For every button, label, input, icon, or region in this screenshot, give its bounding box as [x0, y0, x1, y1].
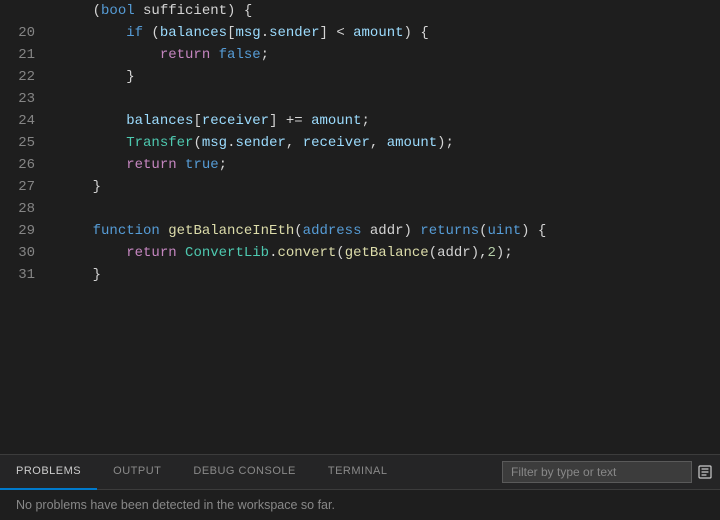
line-code: function getBalanceInEth(address addr) r… — [55, 220, 720, 242]
line-number: 31 — [0, 264, 55, 286]
line-number: 29 — [0, 220, 55, 242]
line-number: 24 — [0, 110, 55, 132]
line-number: 21 — [0, 44, 55, 66]
line-code: } — [55, 176, 720, 198]
line-number: 22 — [0, 66, 55, 88]
code-line: (bool sufficient) { — [0, 0, 720, 22]
tab-debug-console[interactable]: DEBUG CONSOLE — [177, 455, 311, 490]
code-line: 27 } — [0, 176, 720, 198]
line-code: Transfer(msg.sender, receiver, amount); — [55, 132, 720, 154]
code-content: (bool sufficient) {20 if (balances[msg.s… — [0, 0, 720, 286]
tab-terminal[interactable]: TERMINAL — [312, 455, 404, 490]
status-message: No problems have been detected in the wo… — [0, 490, 720, 520]
line-number: 20 — [0, 22, 55, 44]
line-code — [55, 88, 720, 110]
line-number: 25 — [0, 132, 55, 154]
line-code: return false; — [55, 44, 720, 66]
code-line: 22 } — [0, 66, 720, 88]
line-number — [0, 0, 55, 22]
line-code: if (balances[msg.sender] < amount) { — [55, 22, 720, 44]
code-line: 25 Transfer(msg.sender, receiver, amount… — [0, 132, 720, 154]
line-code: return ConvertLib.convert(getBalance(add… — [55, 242, 720, 264]
line-number: 26 — [0, 154, 55, 176]
bottom-panel: PROBLEMSOUTPUTDEBUG CONSOLETERMINAL No p… — [0, 454, 720, 520]
code-line: 31 } — [0, 264, 720, 286]
code-line: 23 — [0, 88, 720, 110]
line-number: 27 — [0, 176, 55, 198]
code-editor: (bool sufficient) {20 if (balances[msg.s… — [0, 0, 720, 454]
line-code: (bool sufficient) { — [55, 0, 720, 22]
code-line: 28 — [0, 198, 720, 220]
filter-area — [502, 461, 720, 483]
tab-output[interactable]: OUTPUT — [97, 455, 177, 490]
line-code — [55, 198, 720, 220]
line-code: balances[receiver] += amount; — [55, 110, 720, 132]
line-code: return true; — [55, 154, 720, 176]
code-line: 26 return true; — [0, 154, 720, 176]
filter-badge-icon[interactable] — [694, 461, 716, 483]
code-line: 29 function getBalanceInEth(address addr… — [0, 220, 720, 242]
code-line: 21 return false; — [0, 44, 720, 66]
line-code: } — [55, 66, 720, 88]
line-code: } — [55, 264, 720, 286]
line-number: 30 — [0, 242, 55, 264]
code-line: 20 if (balances[msg.sender] < amount) { — [0, 22, 720, 44]
panel-tabs-bar: PROBLEMSOUTPUTDEBUG CONSOLETERMINAL — [0, 455, 720, 490]
line-number: 28 — [0, 198, 55, 220]
code-line: 30 return ConvertLib.convert(getBalance(… — [0, 242, 720, 264]
line-number: 23 — [0, 88, 55, 110]
tab-problems[interactable]: PROBLEMS — [0, 455, 97, 490]
code-line: 24 balances[receiver] += amount; — [0, 110, 720, 132]
filter-input[interactable] — [502, 461, 692, 483]
panel-tabs: PROBLEMSOUTPUTDEBUG CONSOLETERMINAL — [0, 455, 403, 490]
